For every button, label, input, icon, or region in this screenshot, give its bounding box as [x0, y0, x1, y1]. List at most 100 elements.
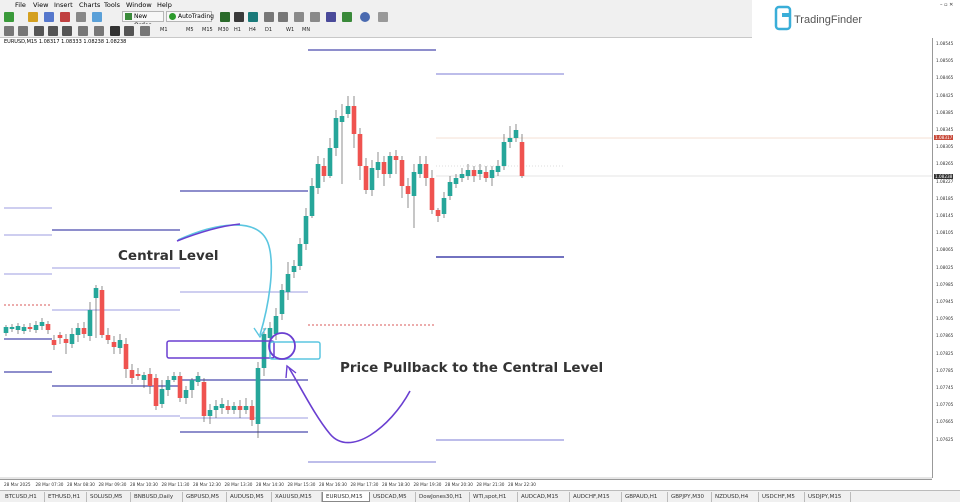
chart-tab[interactable]: ETHUSD,H1 — [45, 492, 87, 502]
chart-tab[interactable]: SOLUSD,M5 — [87, 492, 131, 502]
chart-tab[interactable]: DowJones30,H1 — [416, 492, 470, 502]
new-chart-icon[interactable] — [4, 12, 14, 22]
candle-body — [519, 142, 525, 176]
bar-chart-icon[interactable] — [220, 12, 230, 22]
menu-charts[interactable]: Charts — [79, 1, 100, 9]
terminal-icon[interactable] — [92, 12, 102, 22]
cursor-icon[interactable] — [4, 26, 14, 36]
candle-body — [147, 374, 153, 386]
chart-tab[interactable]: USDCAD,M5 — [370, 492, 416, 502]
chart-tab[interactable]: AUDUSD,M5 — [227, 492, 272, 502]
candle-body — [447, 182, 453, 196]
periods-icon[interactable] — [360, 12, 370, 22]
time-axis[interactable]: 28 Mar 2025 28 Mar 07:30 28 Mar 08:30 28 Ma… — [0, 479, 932, 489]
chart-tab[interactable]: USDJPY,M15 — [805, 492, 851, 502]
profiles-icon[interactable] — [28, 12, 38, 22]
candle-body — [267, 328, 273, 338]
candle-body — [381, 162, 387, 174]
timeframe-d1[interactable]: D1 — [265, 27, 272, 33]
candle-body — [399, 160, 405, 186]
menu-help[interactable]: Help — [157, 1, 172, 9]
chart-tab[interactable]: AUDCAD,M15 — [518, 492, 570, 502]
text-icon[interactable] — [110, 26, 120, 36]
candle-body — [21, 327, 27, 331]
new-order-button[interactable]: New Order — [122, 11, 164, 29]
candle-body — [297, 244, 303, 266]
chart-tab[interactable]: AUDCHF,M15 — [570, 492, 622, 502]
chart-tab[interactable]: WTI,spot,H1 — [470, 492, 518, 502]
menu-file[interactable]: File — [15, 1, 26, 9]
time-tick-label: 28 Mar 08:30 — [67, 482, 95, 487]
auto-trading-button[interactable]: AutoTrading — [166, 11, 214, 22]
time-tick-label: 28 Mar 14:30 — [256, 482, 284, 487]
templates-icon[interactable] — [378, 12, 388, 22]
price-axis[interactable]: 1.08545 1.08505 1.08465 1.08425 1.08385 1.083… — [932, 38, 960, 478]
candle-body — [207, 410, 213, 416]
candle-body — [333, 118, 339, 148]
menu-insert[interactable]: Insert — [54, 1, 73, 9]
candle-body — [405, 186, 411, 194]
timeframe-m1[interactable]: M1 — [160, 27, 168, 33]
autoscroll-icon[interactable] — [310, 12, 320, 22]
shapes-icon[interactable] — [140, 26, 150, 36]
candle-body — [387, 156, 393, 174]
chart-tab[interactable]: USDCHF,M5 — [759, 492, 805, 502]
candle-body — [75, 328, 81, 335]
crosshair-icon[interactable] — [18, 26, 28, 36]
label-icon[interactable] — [124, 26, 134, 36]
tile-windows-icon[interactable] — [294, 12, 304, 22]
price-tick-label: 1.07865 — [936, 333, 954, 339]
candle-body — [141, 375, 147, 380]
menu-tools[interactable]: Tools — [104, 1, 120, 9]
trendline-icon[interactable] — [62, 26, 72, 36]
pullback-circle — [268, 332, 296, 360]
indicators-icon[interactable] — [342, 12, 352, 22]
timeframe-w1[interactable]: W1 — [286, 27, 294, 33]
candle-body — [285, 274, 291, 292]
menu-window[interactable]: Window — [126, 1, 152, 9]
chart-tab[interactable]: GBPJPY,M30 — [668, 492, 712, 502]
chart-tab[interactable]: BTCUSD,H1 — [2, 492, 45, 502]
timeframe-h4[interactable]: H4 — [249, 27, 256, 33]
vertical-line-icon[interactable] — [34, 26, 44, 36]
price-tick-label: 1.07625 — [936, 436, 954, 442]
chart-tab[interactable]: XAUUSD,M15 — [272, 492, 322, 502]
candle-body — [321, 166, 327, 176]
line-chart-icon[interactable] — [248, 12, 258, 22]
navigator-icon[interactable] — [76, 12, 86, 22]
chart-tab[interactable]: EURUSD,M15 — [322, 492, 370, 502]
candle-body — [279, 290, 285, 314]
horizontal-line-icon[interactable] — [48, 26, 58, 36]
fibonacci-icon[interactable] — [94, 26, 104, 36]
timeframe-m5[interactable]: M5 — [186, 27, 194, 33]
chart-tab[interactable]: GBPAUD,H1 — [622, 492, 668, 502]
chart-tab[interactable]: GBPUSD,M5 — [183, 492, 227, 502]
candle-body — [171, 376, 177, 380]
menu-view[interactable]: View — [33, 1, 48, 9]
chart-window-controls[interactable]: – ▫ ✕ — [940, 2, 953, 8]
chart-tab[interactable]: BNBUSD,Daily — [131, 492, 183, 502]
zoom-out-icon[interactable] — [278, 12, 288, 22]
candle-body — [309, 186, 315, 216]
data-window-icon[interactable] — [60, 12, 70, 22]
time-tick-label: 28 Mar 2025 — [4, 482, 31, 487]
candle-body — [465, 170, 471, 176]
time-tick-label: 28 Mar 21:30 — [476, 482, 505, 487]
current-price-marker: 1.08317 — [934, 135, 954, 140]
timeframe-h1[interactable]: H1 — [234, 27, 241, 33]
channel-icon[interactable] — [78, 26, 88, 36]
candlestick-icon[interactable] — [234, 12, 244, 22]
candle-body — [291, 266, 297, 272]
timeframe-mn[interactable]: MN — [302, 27, 310, 33]
market-watch-icon[interactable] — [44, 12, 54, 22]
zoom-in-icon[interactable] — [264, 12, 274, 22]
timeframe-m30[interactable]: M30 — [218, 27, 229, 33]
arrow-central-tail — [176, 223, 241, 242]
timeframe-m15[interactable]: M15 — [202, 27, 213, 33]
candle-body — [57, 335, 63, 338]
time-tick-label: 28 Mar 18:30 — [382, 482, 410, 487]
new-order-icon — [125, 13, 132, 20]
time-tick-label: 28 Mar 20:30 — [445, 482, 473, 487]
chart-shift-icon[interactable] — [326, 12, 336, 22]
chart-tab[interactable]: NZDUSD,H4 — [712, 492, 759, 502]
